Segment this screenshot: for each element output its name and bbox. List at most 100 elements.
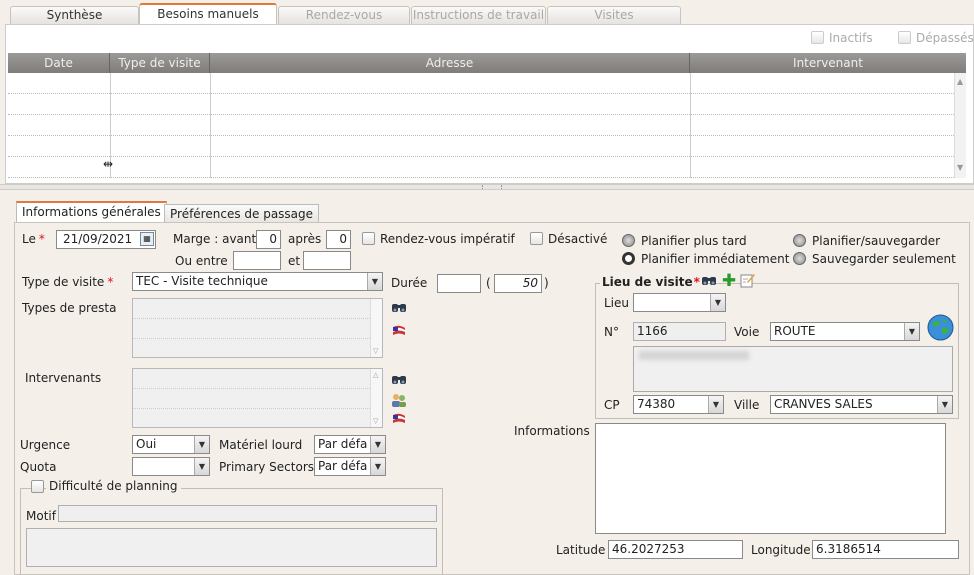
planifier-plus-tard-radio[interactable] — [622, 234, 635, 247]
numero-label: N° — [604, 325, 619, 339]
longitude-input[interactable]: 6.3186514 — [812, 540, 959, 559]
panel-splitter[interactable] — [0, 184, 974, 190]
edit-icon[interactable] — [740, 272, 756, 288]
list-scrollbar[interactable]: ▽ — [370, 299, 382, 357]
chevron-down-icon[interactable]: ▼ — [370, 458, 385, 475]
cp-select[interactable]: 74380 ▼ — [633, 395, 724, 414]
chevron-down-icon[interactable]: ▼ — [708, 396, 723, 413]
lieu-select[interactable]: ▼ — [633, 293, 726, 312]
motif-input[interactable] — [58, 505, 437, 522]
sauvegarder-seulement-label: Sauvegarder seulement — [812, 252, 956, 266]
intervenants-list[interactable]: △ ▽ — [132, 368, 383, 428]
column-header-intervenant[interactable]: Intervenant — [690, 53, 966, 73]
urgence-label: Urgence — [20, 438, 71, 452]
motif-details-textarea[interactable] — [26, 528, 437, 567]
grid-body[interactable]: ⇹ — [8, 73, 954, 178]
rdv-imperatif-checkbox[interactable] — [362, 232, 375, 245]
add-icon[interactable]: ✚ — [721, 273, 737, 290]
type-visite-label: Type de visite * — [22, 275, 114, 289]
marge-apres-input[interactable]: 0 — [326, 230, 351, 249]
flag-icon[interactable] — [391, 412, 407, 428]
apres-label: après — [288, 232, 322, 246]
type-visite-select[interactable]: TEC - Visite technique ▼ — [132, 272, 383, 291]
ou-entre-to-input[interactable] — [303, 251, 351, 270]
binoculars-icon[interactable] — [391, 372, 407, 388]
voie-label: Voie — [734, 325, 760, 339]
ville-select[interactable]: CRANVES SALES ▼ — [770, 395, 953, 414]
urgence-select[interactable]: Oui ▼ — [132, 435, 210, 454]
desactive-label: Désactivé — [548, 232, 608, 246]
column-header-type-visite[interactable]: Type de visite — [110, 53, 210, 73]
scroll-down-icon[interactable]: ▼ — [957, 163, 963, 172]
planifier-immediatement-radio[interactable] — [622, 252, 635, 265]
ville-label: Ville — [734, 398, 760, 412]
globe-icon[interactable] — [927, 314, 954, 341]
tab-rendez-vous[interactable]: Rendez-vous — [278, 6, 410, 24]
chevron-down-icon[interactable]: ▼ — [370, 436, 385, 453]
table-row[interactable] — [8, 157, 954, 178]
intervenants-label: Intervenants — [25, 371, 102, 385]
chevron-down-icon[interactable]: ▼ — [710, 294, 725, 311]
splitter-grip-icon — [482, 185, 502, 189]
types-presta-list[interactable]: ▽ — [132, 298, 383, 358]
informations-label: Informations — [514, 424, 590, 438]
materiel-lourd-select[interactable]: Par défa ▼ — [314, 435, 386, 454]
marge-label: Marge : avant — [173, 232, 257, 246]
duree-input[interactable] — [437, 274, 481, 293]
date-input[interactable]: 21/09/2021 ▦ — [56, 230, 156, 249]
et-label: et — [288, 254, 301, 268]
list-scrollbar[interactable]: △ ▽ — [370, 369, 382, 427]
le-label: Le * — [22, 232, 45, 246]
column-header-date[interactable]: Date — [8, 53, 110, 73]
tab-preferences-passage[interactable]: Préférences de passage — [164, 204, 320, 223]
chevron-down-icon[interactable]: ▼ — [194, 436, 209, 453]
informations-textarea[interactable] — [595, 423, 946, 534]
address-details-textarea[interactable] — [633, 346, 953, 392]
flag-icon[interactable] — [391, 324, 407, 340]
column-header-adresse[interactable]: Adresse — [210, 53, 690, 73]
difficulte-label: Difficulté de planning — [46, 479, 181, 493]
latitude-label: Latitude — [556, 543, 606, 557]
desactive-checkbox[interactable] — [530, 232, 543, 245]
grid-scrollbar[interactable]: ▲ ▼ — [954, 73, 966, 178]
sauvegarder-seulement-radio[interactable] — [793, 252, 806, 265]
difficulte-checkbox[interactable] — [31, 480, 44, 493]
inactifs-checkbox[interactable] — [811, 31, 824, 44]
table-row[interactable] — [8, 115, 954, 136]
binoculars-icon[interactable] — [701, 273, 717, 289]
duree-label: Durée — [391, 276, 428, 290]
numero-input[interactable]: 1166 — [633, 322, 726, 341]
voie-select[interactable]: ROUTE ▼ — [770, 322, 920, 341]
calendar-icon[interactable]: ▦ — [140, 232, 154, 246]
marge-avant-input[interactable]: 0 — [256, 230, 281, 249]
ou-entre-from-input[interactable] — [233, 251, 281, 270]
scroll-up-icon[interactable]: ▲ — [957, 77, 963, 86]
quota-select[interactable]: ▼ — [132, 457, 210, 476]
tab-synthese[interactable]: Synthèse — [10, 6, 139, 24]
depasses-checkbox[interactable] — [898, 31, 911, 44]
duree-default-input[interactable]: 50 — [494, 274, 542, 293]
column-divider — [690, 73, 691, 178]
planifier-sauvegarder-radio[interactable] — [793, 234, 806, 247]
tab-instructions-de-travail[interactable]: Instructions de travail — [411, 6, 546, 24]
lieu-label: Lieu — [604, 296, 630, 310]
chevron-down-icon[interactable]: ▼ — [367, 273, 382, 290]
types-presta-label: Types de presta — [22, 301, 117, 315]
primary-sectors-label: Primary Sectors — [219, 460, 315, 474]
column-divider — [210, 73, 211, 178]
chevron-down-icon[interactable]: ▼ — [904, 323, 919, 340]
users-icon[interactable] — [391, 392, 407, 408]
tab-informations-generales[interactable]: Informations générales — [16, 201, 167, 223]
grid-header: Date Type de visite Adresse Intervenant — [8, 53, 966, 73]
chevron-down-icon[interactable]: ▼ — [937, 396, 952, 413]
binoculars-icon[interactable] — [391, 300, 407, 316]
table-row[interactable] — [8, 136, 954, 157]
materiel-lourd-label: Matériel lourd — [219, 438, 303, 452]
primary-sectors-select[interactable]: Par défa ▼ — [314, 457, 386, 476]
table-row[interactable] — [8, 94, 954, 115]
chevron-down-icon[interactable]: ▼ — [194, 458, 209, 475]
tab-besoins-manuels[interactable]: Besoins manuels — [139, 3, 277, 25]
table-row[interactable] — [8, 73, 954, 94]
latitude-input[interactable]: 46.2027253 — [608, 540, 743, 559]
tab-visites[interactable]: Visites — [547, 6, 681, 24]
